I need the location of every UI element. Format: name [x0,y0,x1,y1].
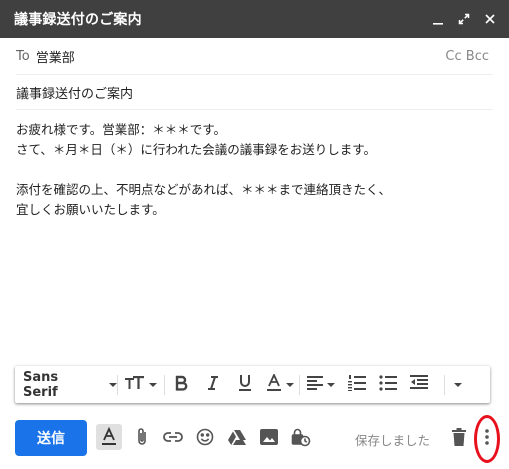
window-controls [431,0,497,38]
bold-button[interactable] [165,366,197,403]
recipients-row[interactable]: To 営業部 Cc Bcc [16,38,493,75]
body-line: 宜しくお願いいたします。 [16,202,165,217]
underline-button[interactable] [229,366,261,403]
numbered-list-button[interactable] [342,366,372,403]
drive-icon[interactable] [224,424,250,450]
indent-less-icon [410,374,428,395]
font-size-button[interactable] [118,366,164,403]
body-line: 添付を確認の上、不明点などがあれば、＊＊＊まで連絡頂きたく、 [16,182,392,197]
numbered-list-icon [348,374,366,395]
compose-actions-bar: 送信 保存しました [0,418,509,458]
expand-icon[interactable] [457,12,471,26]
saved-status: 保存しました [355,433,431,448]
subject-field[interactable]: 議事録送付のご案内 [16,83,133,102]
formatting-options-icon[interactable] [96,424,122,450]
to-label: To [16,48,30,64]
align-icon [307,375,323,394]
chevron-down-icon [149,382,157,387]
font-family-value: Sans Serif [23,369,59,400]
body-line: お疲れ様です。営業部：＊＊＊です。 [16,122,227,137]
italic-button[interactable] [197,366,229,403]
chevron-down-icon [286,382,294,387]
minimize-icon[interactable] [431,12,445,26]
text-color-button[interactable] [261,366,299,403]
window-title: 議事録送付のご案内 [14,12,142,28]
more-formatting-icon [454,382,462,387]
body-line [16,160,493,180]
font-size-icon [125,375,145,395]
compose-titlebar[interactable]: 議事録送付のご案内 [0,0,509,38]
formatting-toolbar: Sans Serif [15,366,490,403]
body-line: さて、＊月＊日（＊）に行われた会議の議事録をお送りします。 [16,142,377,157]
chevron-down-icon [109,382,117,387]
attach-icon[interactable] [129,424,155,450]
indent-less-button[interactable] [404,366,434,403]
more-formatting-button[interactable] [445,366,471,403]
link-icon[interactable] [160,424,186,450]
subject-row[interactable]: 議事録送付のご案内 [16,75,493,110]
highlight-annotation [474,415,500,463]
emoji-icon[interactable] [192,424,218,450]
confidential-mode-icon[interactable] [288,424,314,450]
font-family-select[interactable]: Sans Serif [15,366,117,403]
close-icon[interactable] [483,12,497,26]
align-button[interactable] [300,366,342,403]
chevron-down-icon [327,382,335,387]
underline-icon [238,374,252,396]
message-body[interactable]: お疲れ様です。営業部：＊＊＊です。 さて、＊月＊日（＊）に行われた会議の議事録を… [16,120,493,220]
text-color-icon [266,372,282,396]
italic-icon [206,375,220,395]
cc-bcc-link[interactable]: Cc Bcc [445,49,489,64]
bold-icon [174,375,188,395]
to-recipient[interactable]: 営業部 [36,47,75,66]
bulleted-list-button[interactable] [372,366,404,403]
bulleted-list-icon [379,374,397,395]
trash-icon[interactable] [446,424,472,450]
send-button[interactable]: 送信 [15,420,87,456]
photo-icon[interactable] [256,424,282,450]
